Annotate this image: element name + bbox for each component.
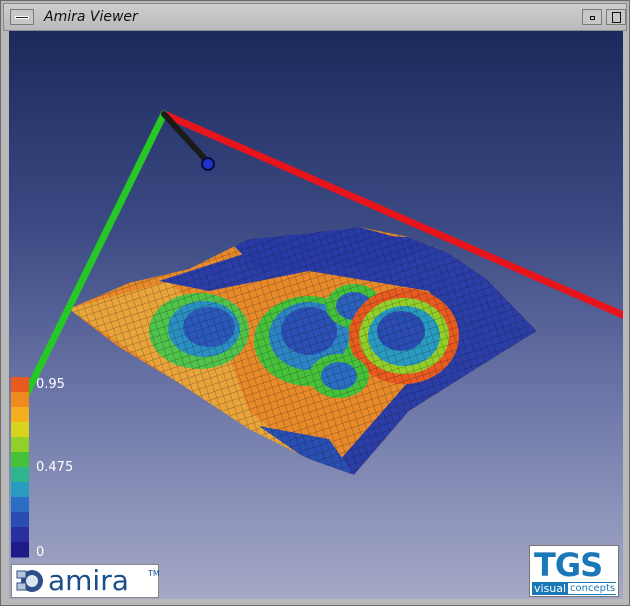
- maximize-button[interactable]: [606, 9, 626, 25]
- legend-swatch: [11, 422, 29, 438]
- legend-swatch: [11, 542, 29, 558]
- legend-swatch: [11, 482, 29, 498]
- z-axis-tip: [201, 157, 215, 171]
- amira-logo-icon: [16, 570, 43, 592]
- amira-viewer-window: Amira Viewer 0.95 0.475 0 amira TM TGS v…: [0, 0, 630, 606]
- minimize-icon: [590, 16, 595, 20]
- legend-mid-label: 0.475: [36, 460, 74, 475]
- tgs-concepts-text: concepts: [568, 583, 618, 594]
- legend-swatch: [11, 377, 29, 393]
- legend-swatch: [11, 527, 29, 543]
- 3d-viewport[interactable]: 0.95 0.475 0 amira TM TGS visual concept…: [9, 31, 623, 599]
- legend-swatch: [11, 512, 29, 528]
- minimize-button[interactable]: [582, 9, 602, 25]
- window-title: Amira Viewer: [44, 9, 138, 25]
- amira-logo-text: amira: [48, 564, 129, 597]
- legend-swatch: [11, 452, 29, 468]
- legend-min-label: 0: [36, 545, 45, 560]
- title-bar[interactable]: Amira Viewer: [3, 3, 627, 31]
- legend-swatch: [11, 407, 29, 423]
- legend-swatch: [11, 467, 29, 483]
- window-menu-button[interactable]: [10, 9, 34, 25]
- tgs-visual-text: visual: [534, 582, 567, 595]
- legend-swatch: [11, 437, 29, 453]
- legend-max-label: 0.95: [36, 377, 65, 392]
- amira-logo: amira TM: [11, 564, 160, 598]
- tgs-logo-text: TGS: [534, 546, 603, 584]
- menu-bar-icon: [15, 16, 29, 19]
- amira-tm: TM: [148, 569, 160, 578]
- legend-swatch: [11, 392, 29, 408]
- legend-swatch: [11, 497, 29, 513]
- color-mapped-surface[interactable]: [49, 211, 569, 491]
- scene-canvas[interactable]: [9, 31, 623, 599]
- tgs-logo: TGS visual concepts: [529, 545, 619, 597]
- colormap-legend: [11, 377, 29, 558]
- maximize-icon: [612, 12, 621, 23]
